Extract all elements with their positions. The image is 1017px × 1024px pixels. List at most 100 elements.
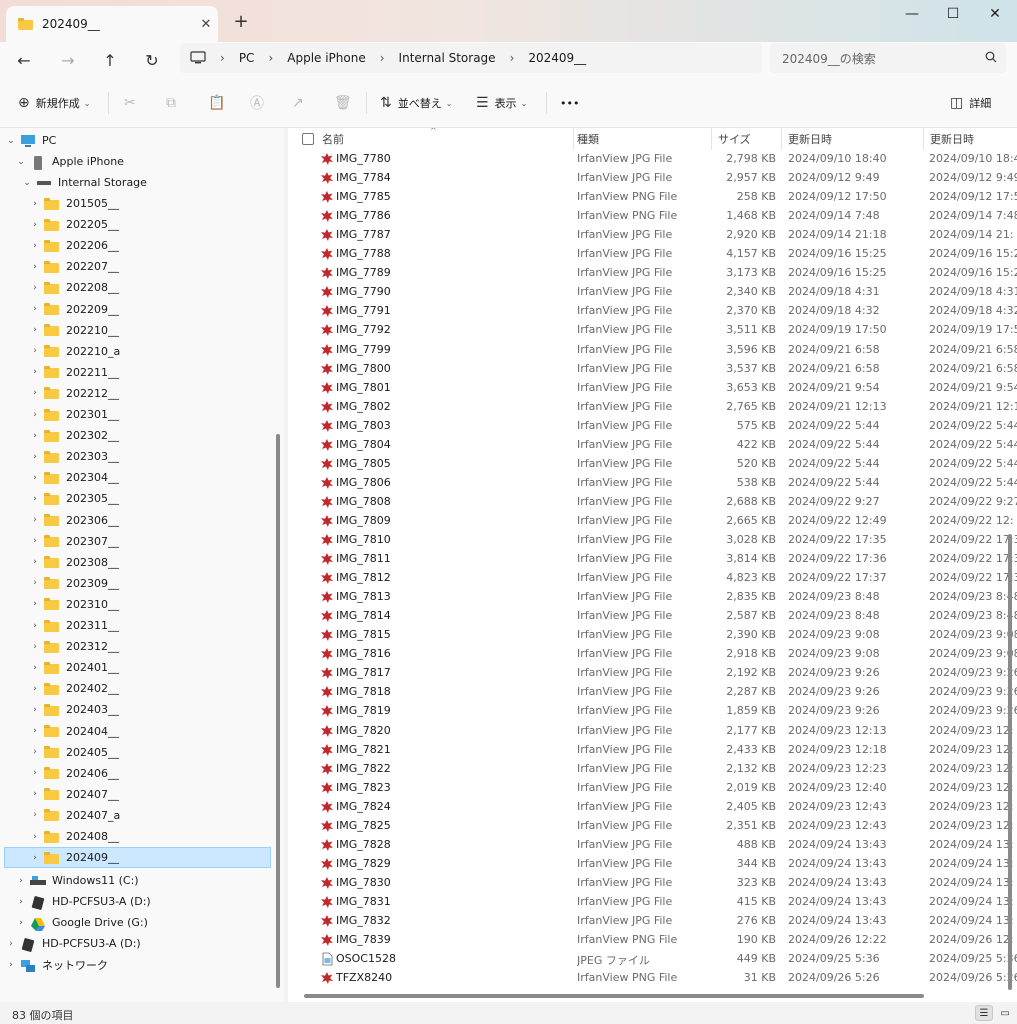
- tab-close-icon[interactable]: ✕: [194, 17, 218, 32]
- tree-drive-c[interactable]: › Windows11 (C:): [14, 870, 138, 891]
- maximize-button[interactable]: ☐: [931, 0, 975, 28]
- tree-folder[interactable]: › 202210_a: [28, 341, 120, 362]
- table-row[interactable]: IMG_7804 IrfanView JPG File 422 KB 2024/09/…: [288, 436, 1017, 455]
- tree-folder[interactable]: › 202312__: [28, 636, 119, 657]
- rename-button[interactable]: Ⓐ: [250, 92, 270, 114]
- table-row[interactable]: IMG_7785 IrfanView PNG File 258 KB 2024/09/…: [288, 188, 1017, 207]
- table-row[interactable]: IMG_7831 IrfanView JPG File 415 KB 2024/09/…: [288, 893, 1017, 912]
- crumb-storage[interactable]: Internal Storage: [399, 51, 496, 65]
- tree-folder[interactable]: › 202307__: [28, 531, 119, 552]
- table-row[interactable]: IMG_7811 IrfanView JPG File 3,814 KB 2024/0…: [288, 550, 1017, 569]
- table-row[interactable]: IMG_7830 IrfanView JPG File 323 KB 2024/09/…: [288, 874, 1017, 893]
- new-button[interactable]: ⊕ 新規作成 ⌄: [18, 92, 90, 114]
- chevron-right-icon[interactable]: ›: [14, 876, 28, 886]
- minimize-button[interactable]: —: [890, 0, 934, 28]
- table-row[interactable]: IMG_7791 IrfanView JPG File 2,370 KB 2024/0…: [288, 302, 1017, 321]
- chevron-down-icon[interactable]: ⌄: [14, 157, 28, 167]
- sort-button[interactable]: ⇅ 並べ替え ⌄: [380, 92, 452, 114]
- chevron-right-icon[interactable]: ›: [28, 705, 42, 715]
- delete-button[interactable]: 🗑: [334, 92, 358, 114]
- chevron-right-icon[interactable]: ›: [4, 939, 18, 949]
- chevron-right-icon[interactable]: ›: [28, 536, 42, 546]
- chevron-right-icon[interactable]: ›: [28, 325, 42, 335]
- chevron-right-icon[interactable]: ›: [28, 726, 42, 736]
- tree-folder[interactable]: › 202210__: [28, 320, 119, 341]
- tree-folder[interactable]: › 202205__: [28, 214, 119, 235]
- table-row[interactable]: IMG_7788 IrfanView JPG File 4,157 KB 2024/0…: [288, 245, 1017, 264]
- search-icon[interactable]: [976, 51, 1006, 66]
- table-row[interactable]: IMG_7801 IrfanView JPG File 3,653 KB 2024/0…: [288, 379, 1017, 398]
- table-row[interactable]: OSOC1528 JPEG ファイル 449 KB 2024/09/25 5:36 20…: [288, 950, 1017, 969]
- chevron-right-icon[interactable]: ›: [28, 853, 42, 863]
- tree-drive-d[interactable]: › HD-PCFSU3-A (D:): [14, 891, 151, 912]
- chevron-right-icon[interactable]: ›: [28, 557, 42, 567]
- details-view-button[interactable]: ☰: [975, 1005, 993, 1021]
- tree-folder[interactable]: › 202208__: [28, 277, 119, 298]
- table-row[interactable]: IMG_7819 IrfanView JPG File 1,859 KB 2024/0…: [288, 702, 1017, 721]
- horizontal-scrollbar[interactable]: [304, 994, 924, 998]
- tree-storage[interactable]: ⌄ Internal Storage: [20, 172, 147, 193]
- more-options-button[interactable]: •••: [560, 92, 579, 114]
- breadcrumb[interactable]: › PC › Apple iPhone › Internal Storage ›…: [180, 43, 762, 73]
- crumb-pc[interactable]: PC: [239, 51, 255, 65]
- table-row[interactable]: IMG_7820 IrfanView JPG File 2,177 KB 2024/0…: [288, 722, 1017, 741]
- paste-button[interactable]: 📋: [208, 92, 231, 114]
- tree-folder[interactable]: › 202404__: [28, 721, 119, 742]
- table-row[interactable]: IMG_7814 IrfanView JPG File 2,587 KB 2024/0…: [288, 607, 1017, 626]
- tree-folder[interactable]: › 202211__: [28, 362, 119, 383]
- table-row[interactable]: IMG_7832 IrfanView JPG File 276 KB 2024/09/…: [288, 912, 1017, 931]
- chevron-right-icon[interactable]: ›: [28, 220, 42, 230]
- chevron-right-icon[interactable]: ›: [28, 346, 42, 356]
- new-tab-button[interactable]: +: [230, 12, 252, 34]
- table-row[interactable]: IMG_7821 IrfanView JPG File 2,433 KB 2024/0…: [288, 741, 1017, 760]
- tree-network[interactable]: › ネットワーク: [4, 954, 108, 975]
- chevron-right-icon[interactable]: ›: [28, 810, 42, 820]
- search-input[interactable]: 202409__の検索: [770, 43, 1006, 73]
- refresh-button[interactable]: ↻: [138, 46, 166, 74]
- table-row[interactable]: IMG_7790 IrfanView JPG File 2,340 KB 2024/0…: [288, 283, 1017, 302]
- tree-folder[interactable]: › 202403__: [28, 699, 119, 720]
- column-size[interactable]: サイズ: [712, 128, 782, 150]
- chevron-right-icon[interactable]: ›: [28, 599, 42, 609]
- table-row[interactable]: IMG_7829 IrfanView JPG File 344 KB 2024/09/…: [288, 855, 1017, 874]
- table-row[interactable]: IMG_7803 IrfanView JPG File 575 KB 2024/09/…: [288, 417, 1017, 436]
- share-button[interactable]: ↗: [292, 92, 310, 114]
- tree-folder[interactable]: › 202402__: [28, 678, 119, 699]
- tree-folder[interactable]: › 202310__: [28, 594, 119, 615]
- chevron-right-icon[interactable]: ›: [14, 897, 28, 907]
- chevron-right-icon[interactable]: ›: [28, 410, 42, 420]
- table-row[interactable]: IMG_7815 IrfanView JPG File 2,390 KB 2024/0…: [288, 626, 1017, 645]
- table-row[interactable]: IMG_7784 IrfanView JPG File 2,957 KB 2024/0…: [288, 169, 1017, 188]
- chevron-right-icon[interactable]: ›: [28, 663, 42, 673]
- tree-folder[interactable]: › 202401__: [28, 657, 119, 678]
- tree-folder[interactable]: › 202212__: [28, 383, 119, 404]
- tree-folder[interactable]: › 202302__: [28, 425, 119, 446]
- vertical-scrollbar[interactable]: [1008, 534, 1012, 990]
- tree-drive-g[interactable]: › Google Drive (G:): [14, 912, 148, 933]
- chevron-right-icon[interactable]: ›: [28, 304, 42, 314]
- column-modified-2[interactable]: 更新日時: [924, 128, 1017, 150]
- chevron-right-icon[interactable]: ›: [4, 960, 18, 970]
- chevron-right-icon[interactable]: ›: [28, 431, 42, 441]
- tree-folder[interactable]: › 202306__: [28, 510, 119, 531]
- crumb-iphone[interactable]: Apple iPhone: [287, 51, 365, 65]
- table-row[interactable]: TFZX8240 IrfanView PNG File 31 KB 2024/09/2…: [288, 969, 1017, 988]
- tree-folder[interactable]: › 202405__: [28, 742, 119, 763]
- table-row[interactable]: IMG_7792 IrfanView JPG File 3,511 KB 2024/0…: [288, 321, 1017, 340]
- tree-folder[interactable]: › 202311__: [28, 615, 119, 636]
- table-row[interactable]: IMG_7828 IrfanView JPG File 488 KB 2024/09/…: [288, 836, 1017, 855]
- tree-folder[interactable]: › 202206__: [28, 235, 119, 256]
- chevron-right-icon[interactable]: ›: [28, 621, 42, 631]
- table-row[interactable]: IMG_7825 IrfanView JPG File 2,351 KB 2024/0…: [288, 817, 1017, 836]
- tree-folder[interactable]: › 202407_a: [28, 805, 120, 826]
- tab-current[interactable]: 202409__ ✕: [6, 6, 218, 42]
- column-name[interactable]: 名前: [296, 128, 574, 150]
- table-row[interactable]: IMG_7805 IrfanView JPG File 520 KB 2024/09/…: [288, 455, 1017, 474]
- tree-folder[interactable]: › 201505__: [28, 193, 119, 214]
- chevron-right-icon[interactable]: ›: [28, 642, 42, 652]
- back-button[interactable]: ←: [10, 46, 38, 74]
- select-all-checkbox[interactable]: [302, 133, 314, 145]
- chevron-right-icon[interactable]: ›: [28, 283, 42, 293]
- table-row[interactable]: IMG_7800 IrfanView JPG File 3,537 KB 2024/0…: [288, 360, 1017, 379]
- tree-folder[interactable]: › 202406__: [28, 763, 119, 784]
